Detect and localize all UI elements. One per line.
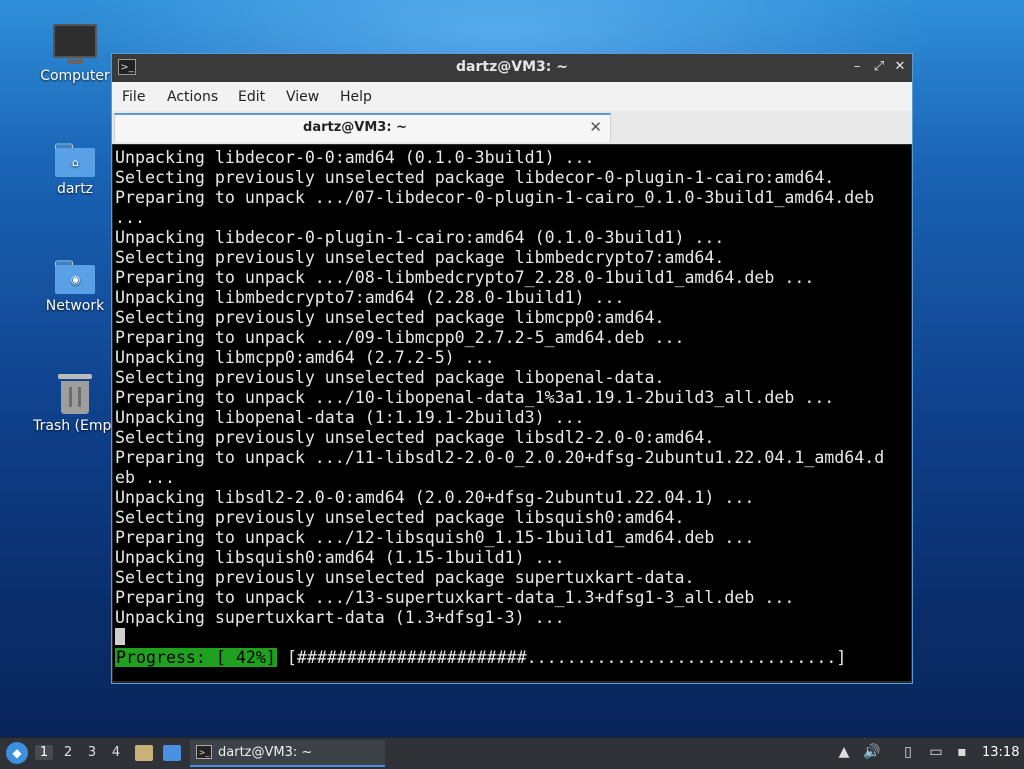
taskbar-item-terminal[interactable]: >_ dartz@VM3: ~ xyxy=(190,740,385,767)
menu-file[interactable]: File xyxy=(122,89,145,105)
desktop-icon-computer[interactable]: Computer xyxy=(29,24,121,84)
clock: 13:18 xyxy=(982,745,1020,760)
show-desktop-icon[interactable] xyxy=(163,745,181,761)
trash-icon xyxy=(58,374,92,414)
terminal-line: Selecting previously unselected package … xyxy=(115,368,665,387)
terminal-line: ... xyxy=(115,208,145,227)
desktop-icon-home[interactable]: ⌂ dartz xyxy=(29,143,121,197)
computer-icon xyxy=(53,24,97,64)
terminal-line: Unpacking supertuxkart-data (1.3+dfsg1-3… xyxy=(115,608,565,627)
terminal-cursor xyxy=(115,628,125,645)
terminal-line: Preparing to unpack .../11-libsdl2-2.0-0… xyxy=(115,448,885,467)
terminal-output[interactable]: Unpacking libdecor-0-0:amd64 (0.1.0-3bui… xyxy=(113,145,911,681)
terminal-line: Unpacking libdecor-0-plugin-1-cairo:amd6… xyxy=(115,228,725,247)
network-icon[interactable]: ▭ xyxy=(926,744,946,760)
progress-row: Progress: [ 42%] [######################… xyxy=(115,648,846,668)
desktop-icon-label: dartz xyxy=(56,181,94,197)
terminal-lines: Unpacking libdecor-0-0:amd64 (0.1.0-3bui… xyxy=(115,148,884,628)
terminal-line: Unpacking libsdl2-2.0-0:amd64 (2.0.20+df… xyxy=(115,488,755,507)
menu-actions[interactable]: Actions xyxy=(167,89,218,105)
close-icon[interactable]: ✕ xyxy=(892,59,908,75)
terminal-line: Unpacking libsquish0:amd64 (1.15-1build1… xyxy=(115,548,565,567)
progress-bar: [#######################................… xyxy=(286,648,847,667)
maximize-icon[interactable]: ⤢ xyxy=(871,59,887,75)
terminal-line: Selecting previously unselected package … xyxy=(115,508,685,527)
terminal-line: Selecting previously unselected package … xyxy=(115,428,715,447)
tab-close-icon[interactable]: ✕ xyxy=(589,118,602,136)
start-menu-icon[interactable]: ◆ xyxy=(6,742,28,764)
terminal-line: Selecting previously unselected package … xyxy=(115,308,665,327)
desktop-icon-label: Computer xyxy=(40,68,110,84)
tab-terminal[interactable]: dartz@VM3: ~ ✕ xyxy=(114,113,611,142)
file-manager-icon[interactable] xyxy=(135,745,153,761)
terminal-line: Preparing to unpack .../12-libsquish0_1.… xyxy=(115,528,755,547)
workspace-4[interactable]: 4 xyxy=(107,745,125,760)
terminal-line: Preparing to unpack .../08-libmbedcrypto… xyxy=(115,268,815,287)
terminal-line: Selecting previously unselected package … xyxy=(115,568,695,587)
menubar: File Actions Edit View Help xyxy=(112,82,912,112)
menu-edit[interactable]: Edit xyxy=(238,89,265,105)
window-title: dartz@VM3: ~ xyxy=(456,59,568,75)
terminal-line: eb ... xyxy=(115,468,175,487)
menu-help[interactable]: Help xyxy=(340,89,372,105)
terminal-line: Unpacking libopenal-data (1:1.19.1-2buil… xyxy=(115,408,585,427)
progress-label: Progress: [ 42%] xyxy=(115,648,277,667)
home-folder-icon: ⌂ xyxy=(55,143,95,177)
terminal-line: Preparing to unpack .../09-libmcpp0_2.7.… xyxy=(115,328,685,347)
terminal-app-icon: >_ xyxy=(196,745,212,759)
updates-icon[interactable]: ▲ xyxy=(834,744,854,760)
workspace-3[interactable]: 3 xyxy=(83,745,101,760)
tab-bar: dartz@VM3: ~ ✕ xyxy=(112,111,912,144)
window-titlebar[interactable]: >_ dartz@VM3: ~ – ⤢ ✕ xyxy=(112,54,912,82)
menu-view[interactable]: View xyxy=(286,89,319,105)
terminal-line: Unpacking libmbedcrypto7:amd64 (2.28.0-1… xyxy=(115,288,625,307)
terminal-line: Selecting previously unselected package … xyxy=(115,248,725,267)
workspace-2[interactable]: 2 xyxy=(59,745,77,760)
terminal-window: >_ dartz@VM3: ~ – ⤢ ✕ File Actions Edit … xyxy=(111,53,913,684)
clipboard-icon[interactable]: ▯ xyxy=(898,744,918,760)
notification-icon[interactable]: ▪ xyxy=(952,744,972,760)
workspace-1[interactable]: 1 xyxy=(35,745,53,760)
minimize-icon[interactable]: – xyxy=(849,59,865,75)
taskbar-item-label: dartz@VM3: ~ xyxy=(218,745,313,760)
taskbar: ◆ 1 2 3 4 >_ dartz@VM3: ~ ▲ 🔊 ▯ ▭ ▪ 13:1… xyxy=(0,737,1024,769)
terminal-line: Selecting previously unselected package … xyxy=(115,168,835,187)
terminal-line: Unpacking libdecor-0-0:amd64 (0.1.0-3bui… xyxy=(115,148,595,167)
desktop-icon-network[interactable]: ◉ Network xyxy=(29,260,121,314)
terminal-line: Preparing to unpack .../07-libdecor-0-pl… xyxy=(115,188,875,207)
terminal-line: Unpacking libmcpp0:amd64 (2.7.2-5) ... xyxy=(115,348,495,367)
tab-label: dartz@VM3: ~ xyxy=(303,120,407,135)
network-folder-icon: ◉ xyxy=(55,260,95,294)
terminal-line: Preparing to unpack .../13-supertuxkart-… xyxy=(115,588,795,607)
volume-icon[interactable]: 🔊 xyxy=(862,744,882,760)
desktop-icon-label: Network xyxy=(45,298,105,314)
terminal-line: Preparing to unpack .../10-libopenal-dat… xyxy=(115,388,835,407)
